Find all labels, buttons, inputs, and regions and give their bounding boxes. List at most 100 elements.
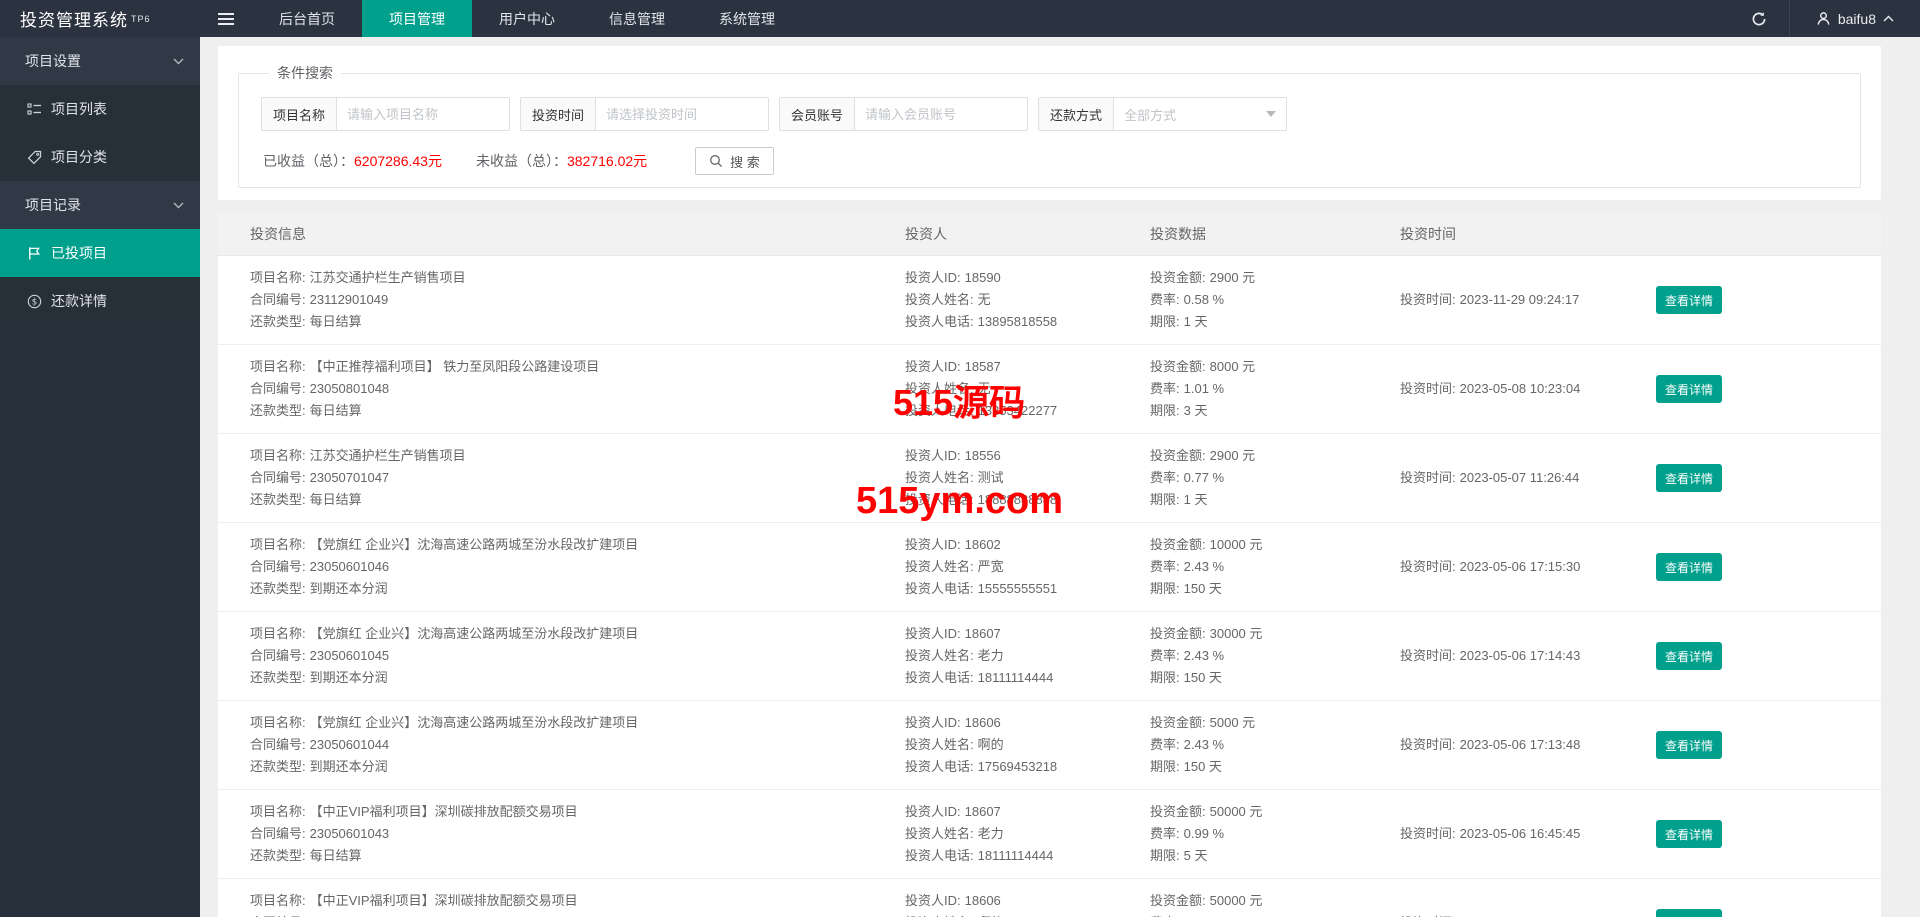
- repay-type-value: 到期还本分润: [309, 670, 388, 685]
- sidebar-item-repayment-details[interactable]: $ 还款详情: [0, 277, 200, 325]
- repay-type-key: 还款类型:: [250, 403, 306, 418]
- nav-item-info[interactable]: 信息管理: [582, 0, 692, 37]
- cell-actions: 查看详情: [1650, 464, 1881, 492]
- repay-type-key: 还款类型:: [250, 759, 306, 774]
- invest-time-value: 2023-11-29 09:24:17: [1459, 292, 1580, 307]
- repay-type-value: 每日结算: [309, 492, 362, 507]
- search-button[interactable]: 搜 索: [695, 147, 774, 175]
- invest-time-key: 投资时间:: [1400, 470, 1456, 485]
- nav-item-home[interactable]: 后台首页: [252, 0, 362, 37]
- view-detail-button[interactable]: 查看详情: [1656, 909, 1722, 917]
- invest-time-key: 投资时间:: [1400, 381, 1456, 396]
- user-menu[interactable]: baifu8: [1790, 0, 1920, 37]
- view-detail-button[interactable]: 查看详情: [1656, 553, 1722, 581]
- investor-id-value: 18607: [964, 626, 1001, 641]
- rate-value: 0.58 %: [1183, 292, 1225, 307]
- repay-type-key: 还款类型:: [250, 670, 306, 685]
- table-row: 项目名称: 【党旗红 企业兴】沈海高速公路两城至汾水段改扩建项目 合同编号: 230…: [218, 701, 1881, 790]
- project-name-key: 项目名称:: [250, 715, 306, 730]
- view-detail-button[interactable]: 查看详情: [1656, 642, 1722, 670]
- cell-investor: 投资人ID: 18556 投资人姓名: 测试 投资人电话: 18888888888: [905, 445, 1150, 511]
- sidebar-item-label: 项目分类: [51, 149, 107, 165]
- investor-phone-key: 投资人电话:: [905, 314, 974, 329]
- amount-value: 2900 元: [1209, 448, 1256, 463]
- nav-item-label: 后台首页: [279, 10, 335, 27]
- sidebar-group-project-records[interactable]: 项目记录: [0, 181, 200, 229]
- investor-phone-key: 投资人电话:: [905, 403, 974, 418]
- view-detail-button[interactable]: 查看详情: [1656, 731, 1722, 759]
- chevron-down-icon: [173, 202, 184, 209]
- amount-value: 2900 元: [1209, 270, 1256, 285]
- investor-phone-value: 18111114444: [977, 848, 1054, 863]
- header-invest-info: 投资信息: [250, 225, 306, 242]
- cell-invest-info: 项目名称:【中正VIP福利项目】深圳碳排放配额交易项目 合同编号:2305060…: [250, 801, 905, 867]
- amount-key: 投资金额:: [1150, 537, 1206, 552]
- amount-value: 30000 元: [1209, 626, 1263, 641]
- rate-key: 费率:: [1150, 292, 1180, 307]
- chevron-up-icon: [1883, 15, 1894, 22]
- investor-name-key: 投资人姓名:: [905, 826, 974, 841]
- contract-no-value: 23050701047: [309, 470, 390, 485]
- pending-total-label: 未收益（总）：: [475, 153, 567, 169]
- cell-invest-info: 项目名称: 江苏交通护栏生产销售项目 合同编号: 23112901049 还款类型:…: [250, 267, 905, 333]
- amount-key: 投资金额:: [1150, 804, 1206, 819]
- invest-time-input[interactable]: [596, 98, 769, 130]
- cell-invest-time: 投资时间: 2023-05-06 16:45:45: [1400, 823, 1650, 845]
- member-account-input[interactable]: [855, 98, 1028, 130]
- table-row: 项目名称:【中正VIP福利项目】深圳碳排放配额交易项目 合同编号:2305060…: [218, 790, 1881, 879]
- invest-time-value: 2023-05-06 17:13:48: [1459, 737, 1581, 752]
- investor-phone-key: 投资人电话:: [905, 492, 974, 507]
- repay-type-key: 还款类型:: [250, 581, 306, 596]
- sidebar-item-invested-projects[interactable]: 已投项目: [0, 229, 200, 277]
- tag-icon: [27, 150, 42, 165]
- investor-name-value: 无: [977, 292, 991, 307]
- investor-phone-key: 投资人电话:: [905, 581, 974, 596]
- project-name-key: 项目名称:: [250, 270, 306, 285]
- investor-id-value: 18587: [964, 359, 1001, 374]
- cell-investor: 投资人ID: 18607 投资人姓名: 老力 投资人电话: 18111114444: [905, 801, 1150, 867]
- view-detail-button[interactable]: 查看详情: [1656, 375, 1722, 403]
- cell-actions: 查看详情: [1650, 909, 1881, 917]
- repay-type-value: 每日结算: [309, 848, 362, 863]
- sidebar-item-project-list[interactable]: 项目列表: [0, 85, 200, 133]
- nav-item-system[interactable]: 系统管理: [692, 0, 802, 37]
- investor-name-value: 啊的: [977, 737, 1004, 752]
- period-value: 3 天: [1183, 403, 1208, 418]
- cell-invest-time: 投资时间: 2023-05-06 17:14:43: [1400, 645, 1650, 667]
- rate-value: 2.43 %: [1183, 648, 1225, 663]
- pending-total-stat: 未收益（总）：382716.02元: [476, 151, 647, 171]
- sidebar-group-project-settings[interactable]: 项目设置: [0, 37, 200, 85]
- project-name-key: 项目名称:: [250, 893, 306, 908]
- sidebar: 项目设置 项目列表 项目分类 项目记录 已投项目 $ 还款详情: [0, 37, 200, 917]
- refresh-button[interactable]: [1729, 0, 1789, 37]
- investor-phone-key: 投资人电话:: [905, 848, 974, 863]
- contract-no-key: 合同编号:: [250, 737, 306, 752]
- rate-value: 2.43 %: [1183, 559, 1225, 574]
- repay-method-select[interactable]: 全部方式: [1114, 98, 1286, 130]
- nav-item-users[interactable]: 用户中心: [472, 0, 582, 37]
- investor-phone-value: 18111114444: [977, 670, 1054, 685]
- main-content: 条件搜索 项目名称 投资时间 会员账号 还款方式 全部方式: [200, 37, 1920, 917]
- period-key: 期限:: [1150, 670, 1180, 685]
- view-detail-button[interactable]: 查看详情: [1656, 820, 1722, 848]
- caret-down-icon: [1266, 111, 1277, 117]
- svg-text:$: $: [32, 297, 38, 307]
- investor-id-key: 投资人ID:: [905, 537, 961, 552]
- amount-key: 投资金额:: [1150, 270, 1206, 285]
- view-detail-button[interactable]: 查看详情: [1656, 286, 1722, 314]
- invest-time-key: 投资时间:: [1400, 648, 1456, 663]
- view-detail-button[interactable]: 查看详情: [1656, 464, 1722, 492]
- search-panel: 条件搜索 项目名称 投资时间 会员账号 还款方式 全部方式: [218, 46, 1881, 200]
- nav-item-projects[interactable]: 项目管理: [362, 0, 472, 37]
- cell-actions: 查看详情: [1650, 553, 1881, 581]
- sidebar-item-project-category[interactable]: 项目分类: [0, 133, 200, 181]
- invest-time-key: 投资时间:: [1400, 737, 1456, 752]
- project-name-value: 【党旗红 企业兴】沈海高速公路两城至汾水段改扩建项目: [309, 715, 639, 730]
- sidebar-toggle-button[interactable]: [200, 0, 252, 37]
- contract-no-value: 23050601045: [309, 648, 390, 663]
- sidebar-item-label: 还款详情: [51, 293, 107, 309]
- header-invest-time: 投资时间: [1400, 225, 1456, 242]
- cell-invest-info: 项目名称: 【党旗红 企业兴】沈海高速公路两城至汾水段改扩建项目 合同编号: 230…: [250, 712, 905, 778]
- project-name-input[interactable]: [337, 98, 510, 130]
- invest-time-value: 2023-05-06 17:15:30: [1459, 559, 1581, 574]
